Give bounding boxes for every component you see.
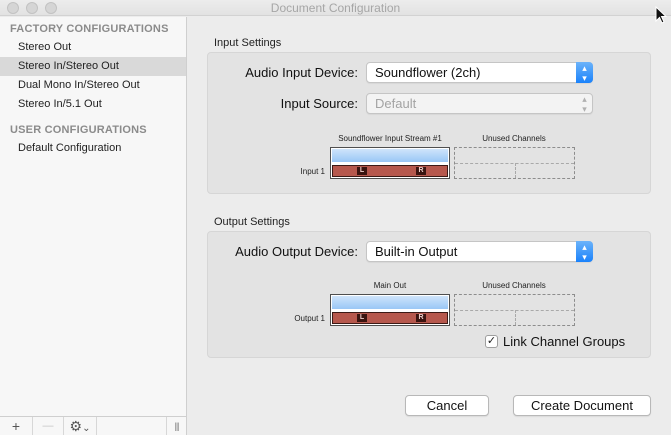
input-channel-pair[interactable]: L R bbox=[332, 165, 448, 177]
output-stream-channel-group[interactable]: L R bbox=[330, 294, 450, 326]
output-channel-pair[interactable]: L R bbox=[332, 312, 448, 324]
title-bar: Document Configuration bbox=[0, 0, 671, 16]
factory-configurations-header: FACTORY CONFIGURATIONS bbox=[10, 23, 169, 35]
chevron-down-icon: ⌄ bbox=[82, 423, 91, 434]
left-channel-chip: L bbox=[357, 167, 367, 175]
output-row-label: Output 1 bbox=[294, 314, 325, 323]
window-title: Document Configuration bbox=[270, 1, 401, 15]
mouse-pointer-icon bbox=[655, 6, 667, 24]
input-stream-header-bar bbox=[332, 149, 448, 162]
add-configuration-button[interactable]: + bbox=[0, 417, 33, 435]
sidebar-toolbar: + — ⚙⌄ ||| bbox=[0, 416, 186, 435]
sidebar-item-stereo-out[interactable]: Stereo Out bbox=[0, 38, 186, 57]
divider bbox=[514, 163, 516, 178]
sidebar-item-dual-mono-in-stereo-out[interactable]: Dual Mono In/Stereo Out bbox=[0, 76, 186, 95]
popup-arrows-icon: ▴ ▾ bbox=[576, 62, 593, 83]
resize-handle[interactable]: ||| bbox=[166, 417, 186, 435]
right-channel-chip: R bbox=[416, 314, 426, 322]
sidebar-item-stereo-in-5-1-out[interactable]: Stereo In/5.1 Out bbox=[0, 95, 186, 114]
output-unused-channels-slot bbox=[454, 294, 575, 326]
output-unused-caption: Unused Channels bbox=[482, 281, 546, 290]
cancel-button[interactable]: Cancel bbox=[405, 395, 489, 416]
input-source-popup[interactable]: Default ▴ ▾ bbox=[366, 93, 593, 114]
input-settings-title: Input Settings bbox=[214, 37, 282, 49]
audio-output-device-value: Built-in Output bbox=[375, 244, 458, 259]
link-channel-groups-checkbox[interactable]: ✓ bbox=[485, 335, 498, 348]
output-stream-caption: Main Out bbox=[373, 281, 407, 290]
link-channel-groups-label[interactable]: Link Channel Groups bbox=[503, 334, 625, 349]
input-row-label: Input 1 bbox=[300, 167, 325, 176]
document-configuration-window: Document Configuration FACTORY CONFIGURA… bbox=[0, 0, 671, 435]
input-source-label: Input Source: bbox=[280, 96, 358, 111]
sidebar-item-stereo-in-stereo-out[interactable]: Stereo In/Stereo Out bbox=[0, 57, 186, 76]
right-channel-chip: R bbox=[416, 167, 426, 175]
user-configurations-header: USER CONFIGURATIONS bbox=[10, 124, 147, 136]
output-settings-title: Output Settings bbox=[214, 216, 290, 228]
output-stream-header-bar bbox=[332, 296, 448, 309]
left-channel-chip: L bbox=[357, 314, 367, 322]
sidebar-item-default-configuration[interactable]: Default Configuration bbox=[0, 139, 186, 158]
audio-output-device-label: Audio Output Device: bbox=[235, 244, 358, 259]
gear-icon: ⚙ bbox=[69, 418, 83, 434]
audio-input-device-popup[interactable]: Soundflower (2ch) ▴ ▾ bbox=[366, 62, 593, 83]
divider bbox=[514, 310, 516, 325]
input-source-value: Default bbox=[375, 96, 417, 111]
input-stream-caption: Soundflower Input Stream #1 bbox=[338, 134, 442, 143]
audio-input-device-label: Audio Input Device: bbox=[245, 65, 358, 80]
configurations-sidebar: FACTORY CONFIGURATIONS Stereo Out Stereo… bbox=[0, 17, 187, 435]
popup-arrows-icon: ▴ ▾ bbox=[576, 241, 593, 262]
audio-input-device-value: Soundflower (2ch) bbox=[375, 65, 481, 80]
audio-output-device-popup[interactable]: Built-in Output ▴ ▾ bbox=[366, 241, 593, 262]
input-unused-channels-slot bbox=[454, 147, 575, 179]
create-document-button[interactable]: Create Document bbox=[513, 395, 651, 416]
popup-arrows-icon: ▴ ▾ bbox=[582, 94, 587, 114]
input-unused-caption: Unused Channels bbox=[482, 134, 546, 143]
gear-menu-button[interactable]: ⚙⌄ bbox=[64, 417, 97, 435]
remove-configuration-button[interactable]: — bbox=[33, 417, 64, 435]
input-stream-channel-group[interactable]: L R bbox=[330, 147, 450, 179]
